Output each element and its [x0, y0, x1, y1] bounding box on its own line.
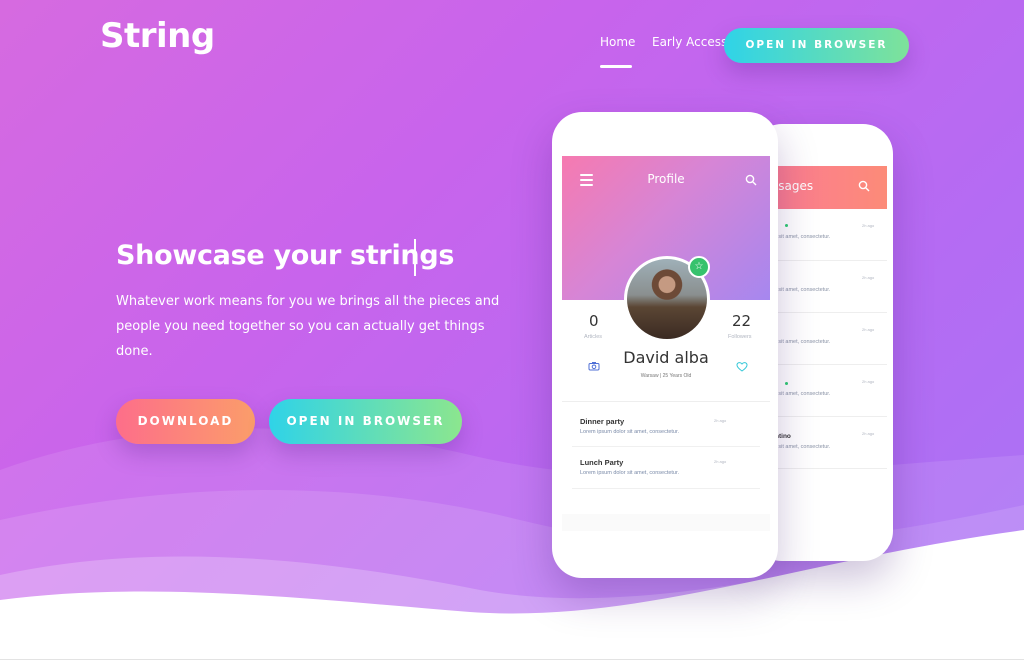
hero-subtext: Whatever work means for you we brings al… [116, 294, 500, 359]
activity-title: Lunch Party [580, 458, 624, 467]
activity-time: 2h ago [714, 459, 727, 464]
message-time: 2h ago [862, 223, 875, 228]
activity-title: Dinner party [580, 417, 625, 426]
activity-text: Lorem ipsum dolor sit amet, consectetur. [580, 470, 680, 476]
message-row: 2h ago r sit amet, consectetur. [772, 209, 887, 261]
message-preview: r sit amet, consectetur. [775, 339, 831, 345]
message-preview: r sit amet, consectetur. [775, 234, 831, 240]
followers-label: Followers [728, 334, 752, 340]
open-in-browser-button[interactable]: OPEN IN BROWSER [269, 399, 462, 444]
message-row: ntino 2h ago r sit amet, consectetur. [772, 417, 887, 469]
page-divider [0, 659, 1024, 660]
screen-footer [562, 514, 770, 531]
articles-label: Articles [584, 334, 603, 340]
message-preview: r sit amet, consectetur. [775, 391, 831, 397]
message-time: 2h ago [862, 379, 875, 384]
heart-icon [736, 362, 748, 372]
typing-cursor [414, 239, 416, 276]
message-time: 2h ago [862, 327, 875, 332]
message-row: 2h ago r sit amet, consectetur. [772, 261, 887, 313]
message-preview: r sit amet, consectetur. [775, 444, 831, 450]
profile-divider [562, 401, 770, 402]
messages-screen: ssages 2h ago r sit amet, consectetur. 2… [772, 166, 887, 516]
brand-logo[interactable]: String [100, 16, 215, 56]
activity-time: 2h ago [714, 418, 727, 423]
nav-active-indicator [600, 65, 632, 68]
articles-count: 0 [589, 312, 599, 330]
download-button[interactable]: DOWNLOAD [116, 399, 255, 444]
online-indicator [785, 382, 788, 385]
messages-title: ssages [772, 179, 814, 193]
followers-count: 22 [732, 312, 752, 330]
profile-screen: Profile ☆ 0 Articles 22 Followers David … [562, 156, 770, 531]
search-icon [858, 180, 870, 192]
hero-headline: Showcase your strings [116, 240, 455, 271]
activity-text: Lorem ipsum dolor sit amet, consectetur. [580, 429, 680, 435]
nav-early-access-link[interactable]: Early Access [652, 35, 727, 49]
message-time: 2h ago [862, 275, 875, 280]
message-row: 2h ago r sit amet, consectetur. [772, 313, 887, 365]
activity-divider [572, 488, 760, 489]
profile-meta: Warsaw | 25 Years Old [640, 373, 692, 379]
online-indicator [785, 224, 788, 227]
phone-mockup-profile: Profile ☆ 0 Articles 22 Followers David … [552, 112, 778, 578]
message-row: 2h ago r sit amet, consectetur. [772, 365, 887, 417]
star-icon: ☆ [688, 256, 710, 278]
profile-title: Profile [647, 172, 685, 186]
search-icon [745, 174, 757, 186]
message-time: 2h ago [862, 431, 875, 436]
nav-home-link[interactable]: Home [600, 35, 635, 49]
nav-open-in-browser-button[interactable]: OPEN IN BROWSER [724, 28, 909, 63]
messages-header: ssages [772, 166, 887, 209]
activity-divider [572, 446, 760, 447]
message-preview: r sit amet, consectetur. [775, 287, 831, 293]
